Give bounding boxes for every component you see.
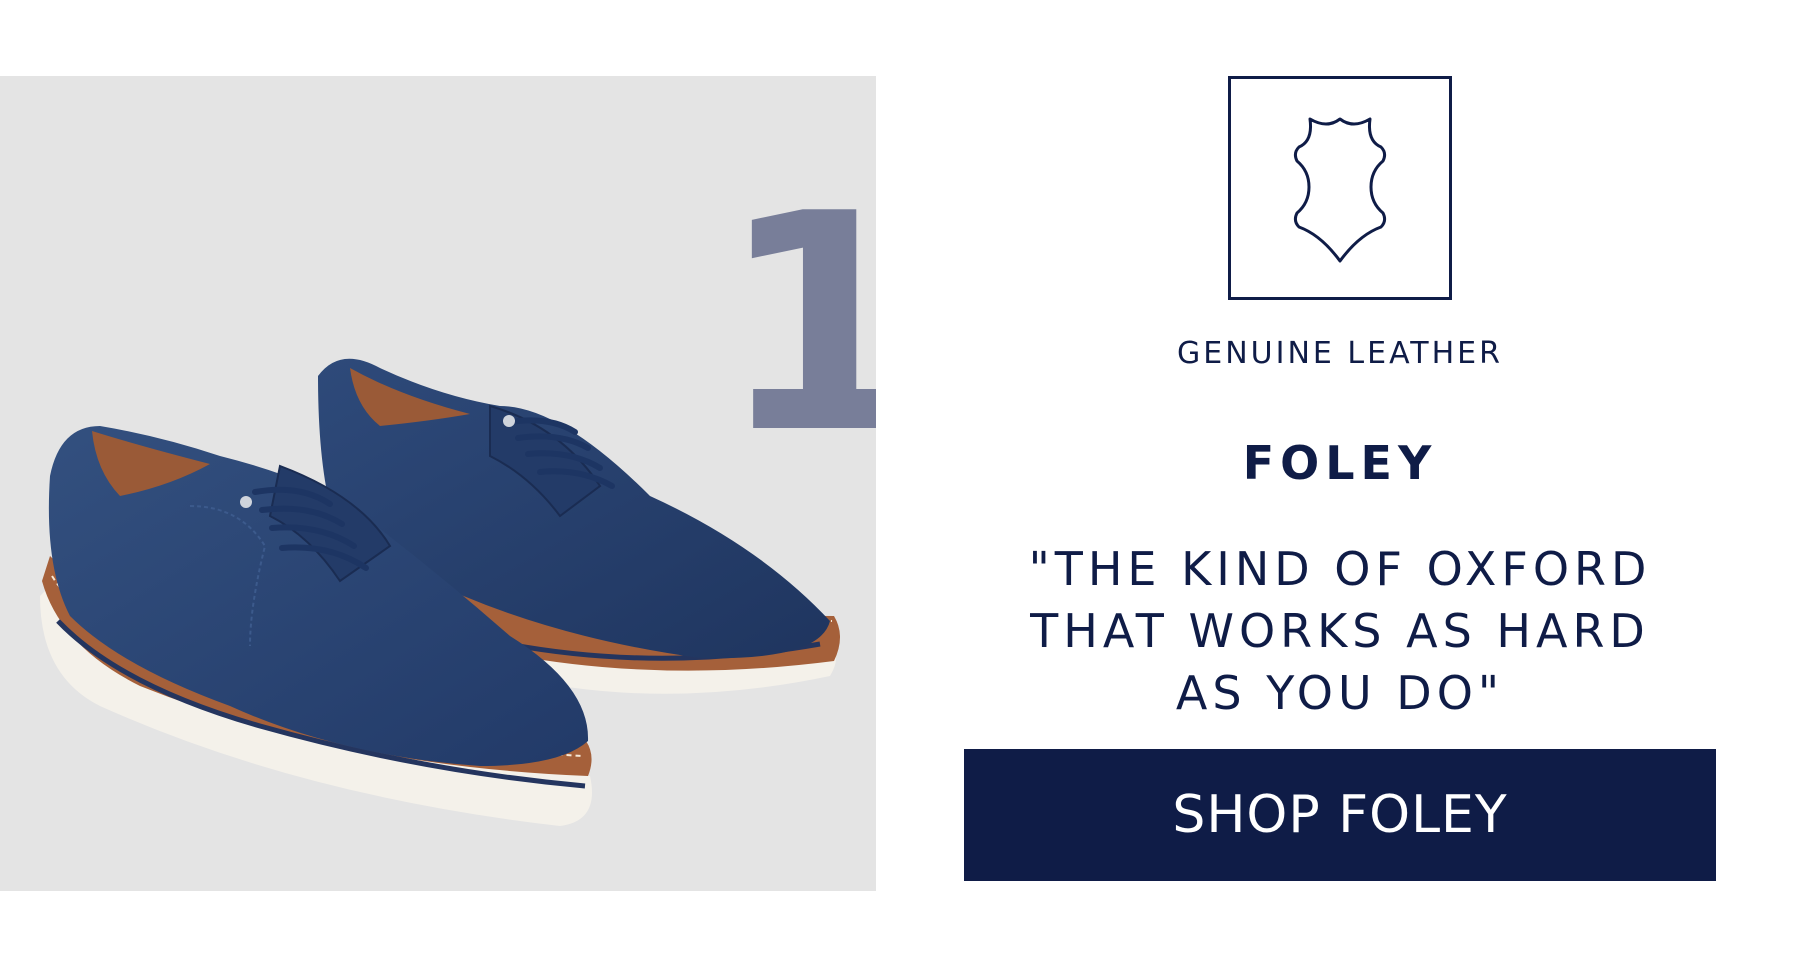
product-photo-panel[interactable]: 1 bbox=[0, 76, 876, 891]
leather-hide-icon bbox=[1228, 76, 1452, 300]
shoes-image[interactable] bbox=[0, 76, 876, 891]
product-quote: "THE KIND OF OXFORD THAT WORKS AS HARD A… bbox=[1028, 542, 1652, 720]
feature-label: GENUINE LEATHER bbox=[1177, 336, 1503, 371]
shop-foley-button[interactable]: SHOP FOLEY bbox=[964, 749, 1716, 881]
product-name: FOLEY bbox=[1242, 436, 1438, 490]
